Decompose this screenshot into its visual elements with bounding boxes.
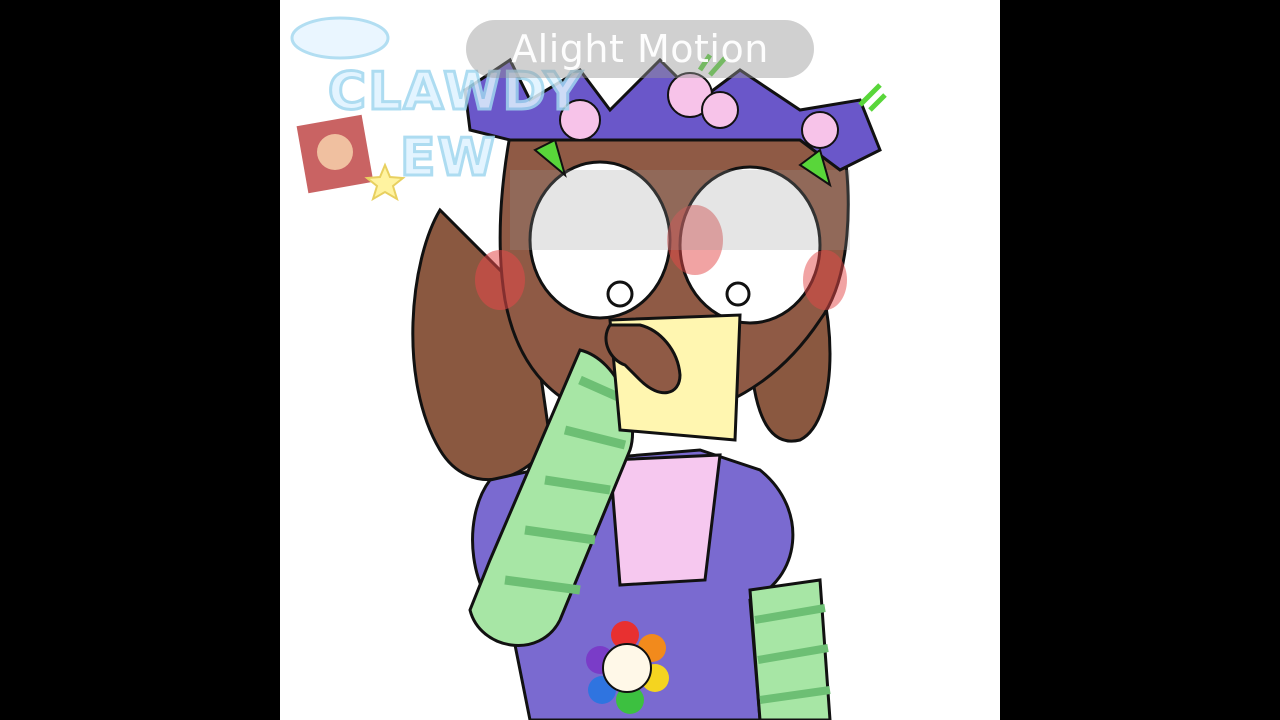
letterbox-left: [0, 0, 280, 720]
right-sleeve: [748, 578, 832, 720]
star-sticker: [364, 162, 406, 202]
watermark-text: Alight Motion: [511, 27, 769, 71]
letterbox-right: [1000, 0, 1280, 720]
watermark-badge: Alight Motion: [466, 20, 814, 78]
sticker-text-line2: EW: [399, 127, 497, 190]
avatar-sticker: [296, 114, 374, 194]
video-frame: CLAWDY EW Alight Motion: [280, 0, 1000, 720]
